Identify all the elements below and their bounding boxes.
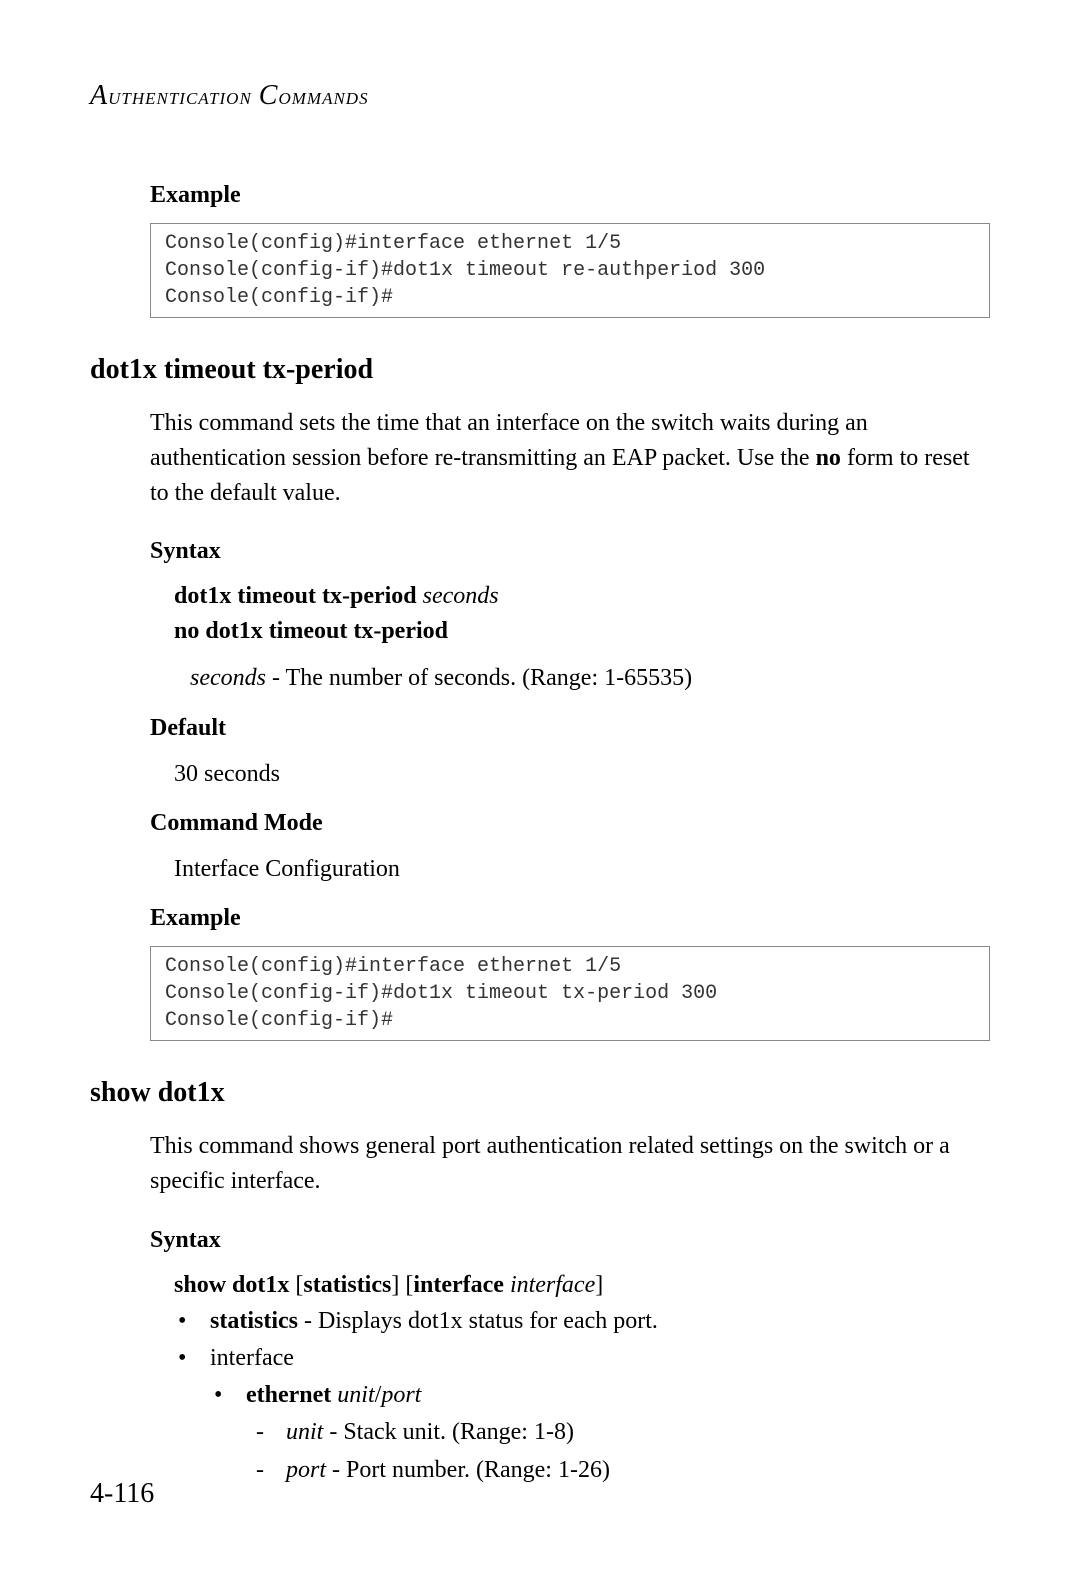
example-heading-1: Example — [150, 182, 990, 209]
default-heading: Default — [150, 715, 990, 742]
code-block-1: Console(config)#interface ethernet 1/5 C… — [150, 223, 990, 318]
d-unit: unit — [286, 1419, 323, 1445]
syntax-no-cmd: no dot1x timeout tx-period — [174, 618, 448, 644]
list-item: statistics - Displays dot1x status for e… — [204, 1303, 990, 1340]
opt-port: port — [381, 1382, 421, 1408]
syntax-line-show: show dot1x [statistics] [interface inter… — [174, 1268, 990, 1303]
s-p1: [ — [289, 1272, 303, 1298]
opt-interface: interface — [210, 1345, 294, 1371]
param-desc: - The number of seconds. (Range: 1-65535… — [266, 665, 692, 691]
syntax-param: seconds — [423, 583, 499, 609]
opt-statistics-desc: - Displays dot1x status for each port. — [298, 1308, 658, 1334]
list-item: ethernet unit/port unit - Stack unit. (R… — [240, 1377, 990, 1489]
list-item: port - Port number. (Range: 1-26) — [280, 1452, 990, 1489]
command-mode-heading: Command Mode — [150, 810, 990, 837]
list-item: interface ethernet unit/port unit - Stac… — [204, 1340, 990, 1489]
syntax-cmd: dot1x timeout tx-period — [174, 583, 417, 609]
s-i1: interface — [510, 1272, 595, 1298]
page-header: Authentication Commands — [90, 80, 990, 112]
syntax-heading-1: Syntax — [150, 538, 990, 565]
d-port-desc: - Port number. (Range: 1-26) — [326, 1457, 610, 1483]
command-title-show-dot1x: show dot1x — [90, 1077, 990, 1109]
param-name: seconds — [190, 665, 266, 691]
opt-unit: unit — [337, 1382, 374, 1408]
s-b2: statistics — [303, 1272, 391, 1298]
command-description-2: This command shows general port authenti… — [150, 1129, 990, 1199]
d-unit-desc: - Stack unit. (Range: 1-8) — [323, 1419, 574, 1445]
default-value: 30 seconds — [174, 756, 990, 792]
syntax-heading-2: Syntax — [150, 1227, 990, 1254]
desc-pre: This command sets the time that an inter… — [150, 410, 868, 471]
command-mode-value: Interface Configuration — [174, 851, 990, 887]
s-p2: ] [ — [391, 1272, 413, 1298]
command-title-dot1x-timeout-tx-period: dot1x timeout tx-period — [90, 354, 990, 386]
syntax-param-desc: seconds - The number of seconds. (Range:… — [190, 659, 990, 697]
example-heading-2: Example — [150, 905, 990, 932]
desc-no: no — [816, 445, 841, 471]
code-block-2: Console(config)#interface ethernet 1/5 C… — [150, 946, 990, 1041]
opt-ethernet: ethernet — [246, 1382, 331, 1408]
s-b1: show dot1x — [174, 1272, 289, 1298]
syntax-line-1: dot1x timeout tx-period seconds — [174, 579, 990, 614]
list-item: unit - Stack unit. (Range: 1-8) — [280, 1414, 990, 1451]
syntax-line-2: no dot1x timeout tx-period — [174, 614, 990, 649]
d-port: port — [286, 1457, 326, 1483]
syntax-options-list: statistics - Displays dot1x status for e… — [204, 1303, 990, 1489]
page-number: 4-116 — [90, 1478, 154, 1510]
command-description-1: This command sets the time that an inter… — [150, 406, 990, 510]
s-p4: ] — [595, 1272, 603, 1298]
opt-statistics: statistics — [210, 1308, 298, 1334]
s-b3: interface — [413, 1272, 504, 1298]
